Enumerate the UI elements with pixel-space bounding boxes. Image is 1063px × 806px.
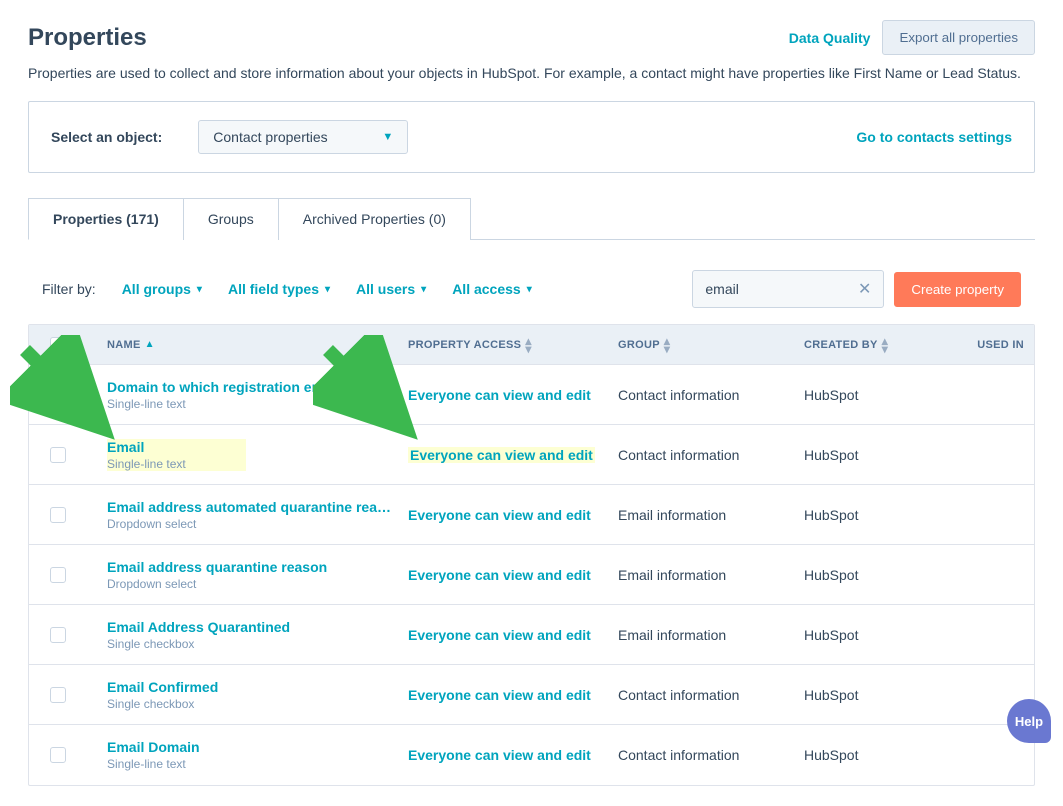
row-checkbox[interactable]	[50, 567, 66, 583]
row-checkbox[interactable]	[50, 447, 66, 463]
page-description: Properties are used to collect and store…	[28, 65, 1035, 81]
caret-down-icon: ▾	[325, 284, 330, 295]
page-title: Properties	[28, 24, 147, 52]
property-created-by: HubSpot	[804, 687, 958, 703]
property-group: Email information	[618, 567, 804, 583]
row-checkbox[interactable]	[50, 387, 66, 403]
property-created-by: HubSpot	[804, 627, 958, 643]
property-group: Contact information	[618, 387, 804, 403]
clear-search-icon[interactable]: ✕	[858, 279, 871, 299]
property-name-link[interactable]: Email Domain	[107, 739, 398, 755]
col-group[interactable]: GROUP▴▾	[618, 337, 804, 353]
filter-groups[interactable]: All groups▾	[122, 281, 202, 297]
data-quality-link[interactable]: Data Quality	[789, 30, 871, 46]
table-row: Domain to which registration email was s…	[29, 365, 1034, 425]
col-created-by[interactable]: CREATED BY▴▾	[804, 337, 958, 353]
select-all-checkbox[interactable]	[50, 337, 66, 353]
filter-users[interactable]: All users▾	[356, 281, 426, 297]
table-row: Email Confirmed Single checkbox Everyone c…	[29, 665, 1034, 725]
property-type: Single-line text	[107, 757, 398, 771]
property-created-by: HubSpot	[804, 747, 958, 763]
row-checkbox[interactable]	[50, 747, 66, 763]
table-header: NAME▲ PROPERTY ACCESS▴▾ GROUP▴▾ CREATED …	[29, 325, 1034, 365]
property-name-link[interactable]: Email Address Quarantined	[107, 619, 398, 635]
col-name[interactable]: NAME▲	[87, 339, 408, 351]
object-select-value: Contact properties	[213, 129, 327, 145]
object-selector-panel: Select an object: Contact properties ▼ G…	[28, 101, 1035, 173]
sort-icon: ▴▾	[525, 337, 531, 353]
property-group: Email information	[618, 507, 804, 523]
create-property-button[interactable]: Create property	[894, 272, 1021, 307]
sort-asc-icon: ▲	[145, 339, 155, 350]
search-input[interactable]	[705, 281, 848, 297]
object-select-label: Select an object:	[51, 129, 162, 145]
caret-down-icon: ▾	[527, 284, 532, 295]
property-access-link[interactable]: Everyone can view and edit	[408, 507, 618, 523]
property-group: Contact information	[618, 447, 804, 463]
caret-down-icon: ▾	[421, 284, 426, 295]
table-row: Email Domain Single-line text Everyone can…	[29, 725, 1034, 785]
object-select[interactable]: Contact properties ▼	[198, 120, 408, 154]
search-input-wrap[interactable]: ✕	[692, 270, 884, 308]
tab-groups[interactable]: Groups	[183, 198, 279, 240]
property-type: Single-line text	[107, 397, 398, 411]
sort-icon: ▴▾	[664, 337, 670, 353]
caret-down-icon: ▼	[382, 131, 393, 143]
property-name-link[interactable]: Email	[107, 439, 186, 455]
property-access-link[interactable]: Everyone can view and edit	[408, 387, 618, 403]
table-row: Email Address Quarantined Single checkbox…	[29, 605, 1034, 665]
property-name-link[interactable]: Domain to which registration email was s…	[107, 379, 398, 395]
property-type: Single-line text	[107, 457, 186, 471]
property-group: Contact information	[618, 687, 804, 703]
tabs: Properties (171) Groups Archived Propert…	[28, 197, 1035, 240]
help-button[interactable]: Help	[1007, 699, 1051, 743]
caret-down-icon: ▾	[197, 284, 202, 295]
property-name-link[interactable]: Email address quarantine reason	[107, 559, 398, 575]
col-used-in[interactable]: USED IN	[958, 339, 1034, 351]
property-group: Contact information	[618, 747, 804, 763]
filter-fieldtypes[interactable]: All field types▾	[228, 281, 330, 297]
property-access-link[interactable]: Everyone can view and edit	[408, 447, 595, 463]
property-name-link[interactable]: Email address automated quarantine rea…	[107, 499, 398, 515]
sort-icon: ▴▾	[882, 337, 888, 353]
tab-archived[interactable]: Archived Properties (0)	[278, 198, 471, 240]
property-type: Dropdown select	[107, 577, 398, 591]
property-name-link[interactable]: Email Confirmed	[107, 679, 398, 695]
property-access-link[interactable]: Everyone can view and edit	[408, 747, 618, 763]
property-type: Dropdown select	[107, 517, 398, 531]
table-row: Email Single-line text Everyone can view a…	[29, 425, 1034, 485]
property-access-link[interactable]: Everyone can view and edit	[408, 567, 618, 583]
tab-properties[interactable]: Properties (171)	[28, 198, 184, 240]
row-checkbox[interactable]	[50, 687, 66, 703]
property-group: Email information	[618, 627, 804, 643]
properties-table: NAME▲ PROPERTY ACCESS▴▾ GROUP▴▾ CREATED …	[28, 324, 1035, 786]
filter-access[interactable]: All access▾	[452, 281, 532, 297]
property-created-by: HubSpot	[804, 447, 958, 463]
property-access-link[interactable]: Everyone can view and edit	[408, 687, 618, 703]
row-checkbox[interactable]	[50, 507, 66, 523]
property-created-by: HubSpot	[804, 567, 958, 583]
col-access[interactable]: PROPERTY ACCESS▴▾	[408, 337, 618, 353]
table-row: Email address automated quarantine rea… D…	[29, 485, 1034, 545]
property-created-by: HubSpot	[804, 507, 958, 523]
row-checkbox[interactable]	[50, 627, 66, 643]
property-access-link[interactable]: Everyone can view and edit	[408, 627, 618, 643]
table-row: Email address quarantine reason Dropdown …	[29, 545, 1034, 605]
export-all-button[interactable]: Export all properties	[882, 20, 1035, 55]
go-to-settings-link[interactable]: Go to contacts settings	[856, 129, 1012, 145]
property-type: Single checkbox	[107, 697, 398, 711]
property-type: Single checkbox	[107, 637, 398, 651]
filter-by-label: Filter by:	[42, 281, 96, 297]
property-created-by: HubSpot	[804, 387, 958, 403]
